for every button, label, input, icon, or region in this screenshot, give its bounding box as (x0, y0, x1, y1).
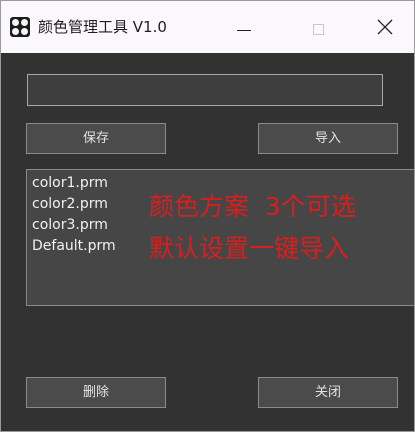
file-items: color1.prm color2.prm color3.prm Default… (32, 173, 116, 257)
annotation-overlay: 颜色方案 3个可选 默认设置一键导入 (149, 186, 356, 270)
path-input[interactable] (27, 74, 383, 106)
import-button[interactable]: 导入 (258, 123, 398, 154)
title-bar[interactable]: 颜色管理工具 V1.0 (1, 1, 414, 53)
app-icon (10, 17, 30, 37)
close-icon (377, 19, 393, 35)
close-window-button[interactable] (356, 5, 414, 49)
close-button[interactable]: 关闭 (258, 377, 398, 408)
annotation-line-2: 默认设置一键导入 (149, 234, 350, 263)
save-button[interactable]: 保存 (26, 123, 166, 154)
annotation-line-1: 颜色方案 3个可选 (149, 192, 356, 221)
maximize-button[interactable] (289, 5, 347, 49)
list-item[interactable]: Default.prm (32, 236, 116, 257)
list-item[interactable]: color3.prm (32, 215, 116, 236)
list-item[interactable]: color1.prm (32, 173, 116, 194)
list-item[interactable]: color2.prm (32, 194, 116, 215)
delete-button[interactable]: 删除 (26, 377, 166, 408)
window-title: 颜色管理工具 V1.0 (38, 18, 167, 36)
minimize-button[interactable] (215, 5, 273, 49)
main-window: 颜色管理工具 V1.0 保存 导入 color1.prm color2.prm … (0, 0, 415, 432)
